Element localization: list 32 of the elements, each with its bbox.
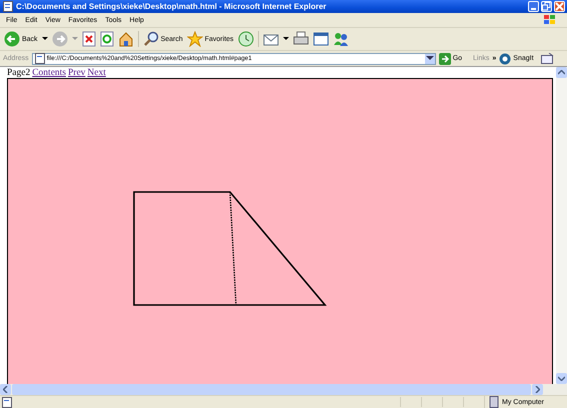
horizontal-scrollbar[interactable]: [0, 384, 567, 395]
page-icon: [3, 1, 13, 12]
scroll-down-icon[interactable]: [558, 376, 565, 381]
capture-icon[interactable]: [540, 53, 554, 64]
dropdown-arrow-icon[interactable]: [42, 37, 48, 41]
scroll-right-icon[interactable]: [535, 386, 540, 393]
page-icon: [34, 53, 45, 64]
home-icon[interactable]: [118, 31, 134, 47]
window-title: C:\Documents and Settings\xieke\Desktop\math.html - Microsoft Internet Explorer: [16, 2, 328, 11]
messenger-icon[interactable]: [332, 31, 349, 47]
close-icon: [555, 2, 564, 11]
dropdown-arrow-icon[interactable]: [282, 37, 289, 41]
windows-logo-icon: [543, 14, 557, 26]
search-icon: [142, 31, 159, 47]
page-link[interactable]: Next: [87, 68, 106, 78]
restore-icon: [542, 2, 551, 11]
computer-icon: [489, 396, 499, 408]
star-icon: [186, 31, 203, 47]
page-link[interactable]: Prev: [68, 68, 86, 78]
history-icon[interactable]: [238, 31, 254, 47]
scroll-up-icon[interactable]: [558, 70, 565, 75]
restore-button[interactable]: [541, 1, 552, 12]
close-button[interactable]: [554, 1, 565, 12]
vertical-scrollbar[interactable]: [556, 67, 567, 384]
print-icon[interactable]: [292, 31, 309, 47]
scroll-left-icon[interactable]: [3, 386, 8, 393]
page-link[interactable]: Contents: [32, 68, 66, 78]
dropdown-arrow-icon[interactable]: [426, 56, 434, 61]
page-heading: Page2: [7, 68, 30, 78]
stop-icon[interactable]: [82, 31, 96, 47]
page-icon: [2, 396, 12, 408]
minimize-button[interactable]: [528, 1, 539, 12]
